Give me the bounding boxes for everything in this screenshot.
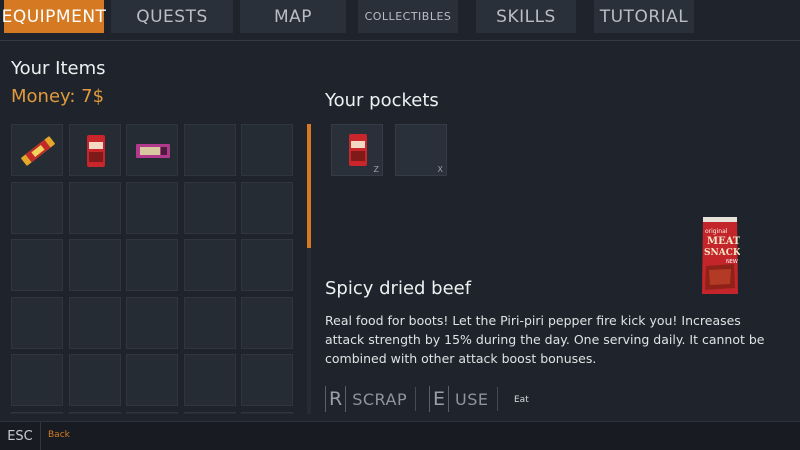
action-hint: Eat	[514, 395, 529, 405]
inventory-slot[interactable]	[126, 354, 178, 406]
inventory-slot[interactable]	[183, 296, 236, 349]
inventory-slot[interactable]	[241, 354, 293, 406]
inventory-scroll-thumb[interactable]	[307, 124, 311, 248]
inventory-slot[interactable]	[68, 411, 121, 414]
divider	[0, 40, 800, 41]
inventory-slot[interactable]	[68, 354, 121, 406]
inventory-slot[interactable]	[126, 181, 178, 234]
divider	[415, 387, 417, 411]
package-text-original: original	[705, 228, 728, 235]
tab-collectibles[interactable]: COLLECTIBLES	[358, 0, 458, 33]
scrap-button[interactable]: R SCRAP	[325, 386, 417, 412]
inventory-slot[interactable]	[183, 124, 236, 176]
divider	[496, 387, 498, 411]
tab-equipment[interactable]: EQUIPMENT	[2, 0, 106, 33]
inventory-slot[interactable]	[11, 124, 63, 176]
inventory-slot[interactable]	[11, 181, 63, 234]
inventory-slot[interactable]	[126, 411, 178, 414]
tab-map[interactable]: MAP	[240, 0, 346, 33]
tab-skills[interactable]: SKILLS	[476, 0, 576, 33]
inventory-slot[interactable]	[183, 181, 236, 234]
inventory-slot[interactable]	[241, 296, 293, 349]
meat-snack-pack-icon: original MEAT SNACK NEW	[702, 217, 740, 294]
inventory-slot[interactable]	[183, 354, 236, 406]
inventory-slot[interactable]	[11, 239, 63, 291]
package-text-meat: MEAT	[707, 236, 740, 247]
item-description: Real food for boots! Let the Piri-piri p…	[325, 313, 765, 366]
inventory-slot[interactable]	[11, 296, 63, 349]
inventory-slot[interactable]	[68, 296, 121, 349]
inventory-slot[interactable]	[126, 296, 178, 349]
back-button[interactable]: Back	[48, 430, 70, 440]
inventory-slot[interactable]	[241, 181, 293, 234]
tab-quests[interactable]: QUESTS	[111, 0, 233, 33]
key-e: E	[429, 386, 450, 412]
inventory-slot[interactable]	[11, 411, 63, 414]
bottom-bar: ESC Back	[0, 421, 800, 450]
inventory-slot[interactable]	[11, 354, 63, 406]
inventory-grid	[11, 124, 296, 414]
inventory-slot[interactable]	[241, 124, 293, 176]
esc-key[interactable]: ESC	[0, 422, 41, 450]
inventory-slot[interactable]	[126, 124, 178, 176]
use-label: USE	[455, 389, 489, 409]
pocket-key-label: X	[437, 165, 443, 174]
inventory-slot[interactable]	[68, 124, 121, 176]
pocket-slot-z[interactable]: Z	[331, 124, 383, 176]
use-button[interactable]: E USE	[429, 386, 498, 412]
item-name: Spicy dried beef	[325, 278, 472, 299]
pocket-slot-x[interactable]: X	[395, 124, 447, 176]
inventory-slot[interactable]	[241, 411, 293, 414]
package-text-new: NEW	[726, 259, 738, 265]
meat-snack-pack-icon	[349, 134, 367, 166]
inventory-slot[interactable]	[126, 239, 178, 291]
inventory-slot[interactable]	[241, 239, 293, 291]
scrap-label: SCRAP	[352, 389, 408, 409]
pocket-key-label: Z	[373, 165, 379, 174]
package-text-snack: SNACK	[704, 248, 740, 258]
top-tab-bar: EQUIPMENT QUESTS MAP COLLECTIBLES SKILLS…	[0, 0, 800, 40]
key-r: R	[325, 386, 347, 412]
inventory-slot[interactable]	[183, 411, 236, 414]
inventory-slot[interactable]	[183, 239, 236, 291]
inventory-slot[interactable]	[68, 181, 121, 234]
money-display: Money: 7$	[11, 86, 105, 107]
inventory-title: Your Items	[11, 58, 106, 79]
tab-tutorial[interactable]: TUTORIAL	[594, 0, 694, 33]
inventory-slot[interactable]	[68, 239, 121, 291]
pockets-title: Your pockets	[325, 90, 439, 111]
